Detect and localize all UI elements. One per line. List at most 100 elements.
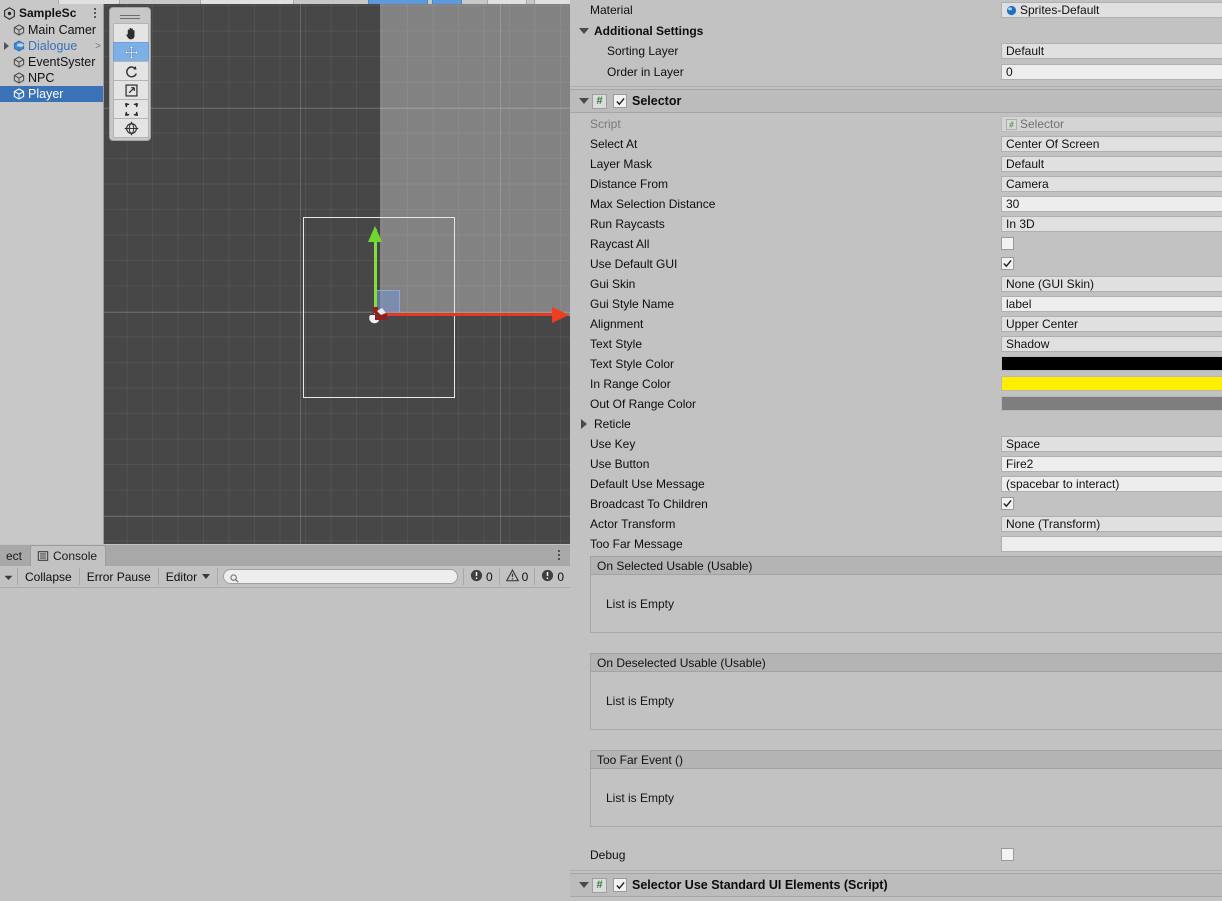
row-gui-skin: Gui Skin None (GUI Skin) bbox=[570, 274, 1222, 294]
field-label: Select At bbox=[590, 137, 638, 151]
out-of-range-color-swatch[interactable] bbox=[1001, 396, 1222, 411]
tab-console[interactable]: Console bbox=[30, 545, 107, 566]
debug-checkbox[interactable] bbox=[1001, 848, 1014, 861]
foldout-additional-settings[interactable]: Additional Settings bbox=[570, 21, 1222, 41]
default-use-message-input[interactable]: (spacebar to interact) bbox=[1001, 476, 1222, 492]
console-log-list[interactable] bbox=[0, 588, 570, 901]
text-style-color-swatch[interactable] bbox=[1001, 356, 1222, 371]
warning-counter[interactable]: 0 bbox=[498, 568, 535, 585]
field-label: Actor Transform bbox=[590, 517, 676, 531]
row-gui-style-name: Gui Style Name label bbox=[570, 294, 1222, 314]
prefab-cube-icon bbox=[12, 39, 26, 53]
transform-globe-icon bbox=[124, 121, 139, 136]
chevron-down-icon[interactable] bbox=[579, 882, 589, 888]
gameobject-cube-icon bbox=[12, 23, 26, 37]
clear-dropdown-button[interactable] bbox=[0, 568, 18, 585]
collapse-label: Collapse bbox=[25, 569, 72, 584]
component-title: Selector Use Standard UI Elements (Scrip… bbox=[632, 878, 888, 892]
hierarchy-item-label: Dialogue bbox=[28, 39, 78, 53]
order-in-layer-input[interactable]: 0 bbox=[1001, 64, 1222, 80]
broadcast-to-children-checkbox[interactable] bbox=[1001, 497, 1014, 510]
kebab-menu-icon[interactable] bbox=[554, 548, 564, 562]
hierarchy-item-eventsystem[interactable]: EventSyster bbox=[0, 54, 103, 70]
too-far-message-input[interactable] bbox=[1001, 536, 1222, 552]
row-sorting-layer: Sorting Layer Default bbox=[570, 41, 1222, 61]
select-at-popup[interactable]: Center Of Screen bbox=[1001, 136, 1222, 152]
field-label: In Range Color bbox=[590, 377, 671, 391]
chevron-down-icon[interactable] bbox=[579, 98, 589, 104]
rotate-tool-button[interactable] bbox=[113, 61, 149, 81]
editor-dropdown-button[interactable]: Editor bbox=[158, 568, 219, 585]
foldout-reticle[interactable]: Reticle bbox=[570, 414, 1222, 434]
collapse-button[interactable]: Collapse bbox=[18, 568, 80, 585]
use-key-popup[interactable]: Space bbox=[1001, 436, 1222, 452]
hand-tool-button[interactable] bbox=[113, 23, 149, 43]
gui-style-name-input[interactable]: label bbox=[1001, 296, 1222, 312]
error-pause-label: Error Pause bbox=[86, 569, 151, 584]
row-use-key: Use Key Space bbox=[570, 434, 1222, 454]
component-title: Selector bbox=[632, 94, 682, 108]
component-header-selector[interactable]: # Selector bbox=[570, 89, 1222, 113]
hierarchy-item-label: Main Camer bbox=[28, 23, 97, 37]
move-arrows-icon bbox=[124, 45, 139, 60]
field-label: Gui Style Name bbox=[590, 297, 675, 311]
error-counter[interactable]: 0 bbox=[462, 568, 499, 585]
run-raycasts-popup[interactable]: In 3D bbox=[1001, 216, 1222, 232]
event-body[interactable]: List is Empty bbox=[590, 672, 1222, 730]
gizmo-x-axis[interactable] bbox=[375, 313, 555, 316]
use-default-gui-checkbox[interactable] bbox=[1001, 257, 1014, 270]
info-counter[interactable]: 0 bbox=[534, 568, 570, 585]
rect-tool-button[interactable] bbox=[113, 99, 149, 119]
console-search-field[interactable] bbox=[223, 569, 458, 584]
layer-mask-popup[interactable]: Default bbox=[1001, 156, 1222, 172]
move-tool-button[interactable] bbox=[113, 42, 149, 62]
sorting-layer-popup[interactable]: Default bbox=[1001, 43, 1222, 59]
max-selection-distance-input[interactable]: 30 bbox=[1001, 196, 1222, 212]
error-icon bbox=[470, 569, 483, 585]
hierarchy-item-main-camera[interactable]: Main Camer bbox=[0, 22, 103, 38]
event-body[interactable]: List is Empty bbox=[590, 575, 1222, 633]
text-style-popup[interactable]: Shadow bbox=[1001, 336, 1222, 352]
distance-from-popup[interactable]: Camera bbox=[1001, 176, 1222, 192]
scene-view[interactable] bbox=[104, 4, 570, 544]
gizmo-x-arrowhead[interactable] bbox=[552, 307, 569, 323]
gizmo-y-arrowhead[interactable] bbox=[368, 226, 382, 242]
warning-count: 0 bbox=[521, 569, 529, 584]
scale-tool-button[interactable] bbox=[113, 80, 149, 100]
gui-skin-object-field[interactable]: None (GUI Skin) bbox=[1001, 276, 1222, 292]
alignment-popup[interactable]: Upper Center bbox=[1001, 316, 1222, 332]
hierarchy-scene-header[interactable]: SampleSc bbox=[0, 4, 103, 22]
chevron-right-icon[interactable] bbox=[0, 42, 12, 50]
material-object-field[interactable]: Sprites-Default bbox=[1001, 2, 1222, 18]
raycast-all-checkbox[interactable] bbox=[1001, 237, 1014, 250]
check-icon bbox=[615, 881, 625, 889]
in-range-color-swatch[interactable] bbox=[1001, 376, 1222, 391]
kebab-menu-icon[interactable] bbox=[90, 6, 100, 20]
gameobject-cube-icon bbox=[12, 71, 26, 85]
component-enabled-checkbox[interactable] bbox=[613, 94, 627, 108]
hierarchy-empty-area[interactable] bbox=[0, 102, 103, 544]
component-enabled-checkbox[interactable] bbox=[613, 878, 627, 892]
row-script: Script # Selector bbox=[570, 114, 1222, 134]
event-header[interactable]: Too Far Event () bbox=[590, 750, 1222, 769]
error-pause-button[interactable]: Error Pause bbox=[79, 568, 159, 585]
event-header[interactable]: On Selected Usable (Usable) bbox=[590, 556, 1222, 575]
hierarchy-item-dialogue[interactable]: Dialogue > bbox=[0, 38, 103, 54]
component-header-selector-use-standard-ui[interactable]: # Selector Use Standard UI Elements (Scr… bbox=[570, 873, 1222, 897]
event-body[interactable]: List is Empty bbox=[590, 769, 1222, 827]
player-sprite[interactable] bbox=[366, 299, 396, 327]
actor-transform-object-field[interactable]: None (Transform) bbox=[1001, 516, 1222, 532]
event-empty-label: List is Empty bbox=[606, 596, 675, 611]
transform-tool-button[interactable] bbox=[113, 118, 149, 138]
tools-drag-handle[interactable] bbox=[113, 11, 147, 23]
hierarchy-item-npc[interactable]: NPC bbox=[0, 70, 103, 86]
gameobject-cube-icon bbox=[12, 55, 26, 69]
search-input[interactable] bbox=[242, 569, 451, 584]
row-layer-mask: Layer Mask Default bbox=[570, 154, 1222, 174]
tab-project[interactable]: ect bbox=[0, 545, 30, 566]
hierarchy-overflow-icon[interactable]: > bbox=[95, 41, 101, 52]
order-in-layer-value: 0 bbox=[1006, 65, 1013, 79]
hierarchy-item-player[interactable]: Player bbox=[0, 86, 103, 102]
event-header[interactable]: On Deselected Usable (Usable) bbox=[590, 653, 1222, 672]
use-button-input[interactable]: Fire2 bbox=[1001, 456, 1222, 472]
